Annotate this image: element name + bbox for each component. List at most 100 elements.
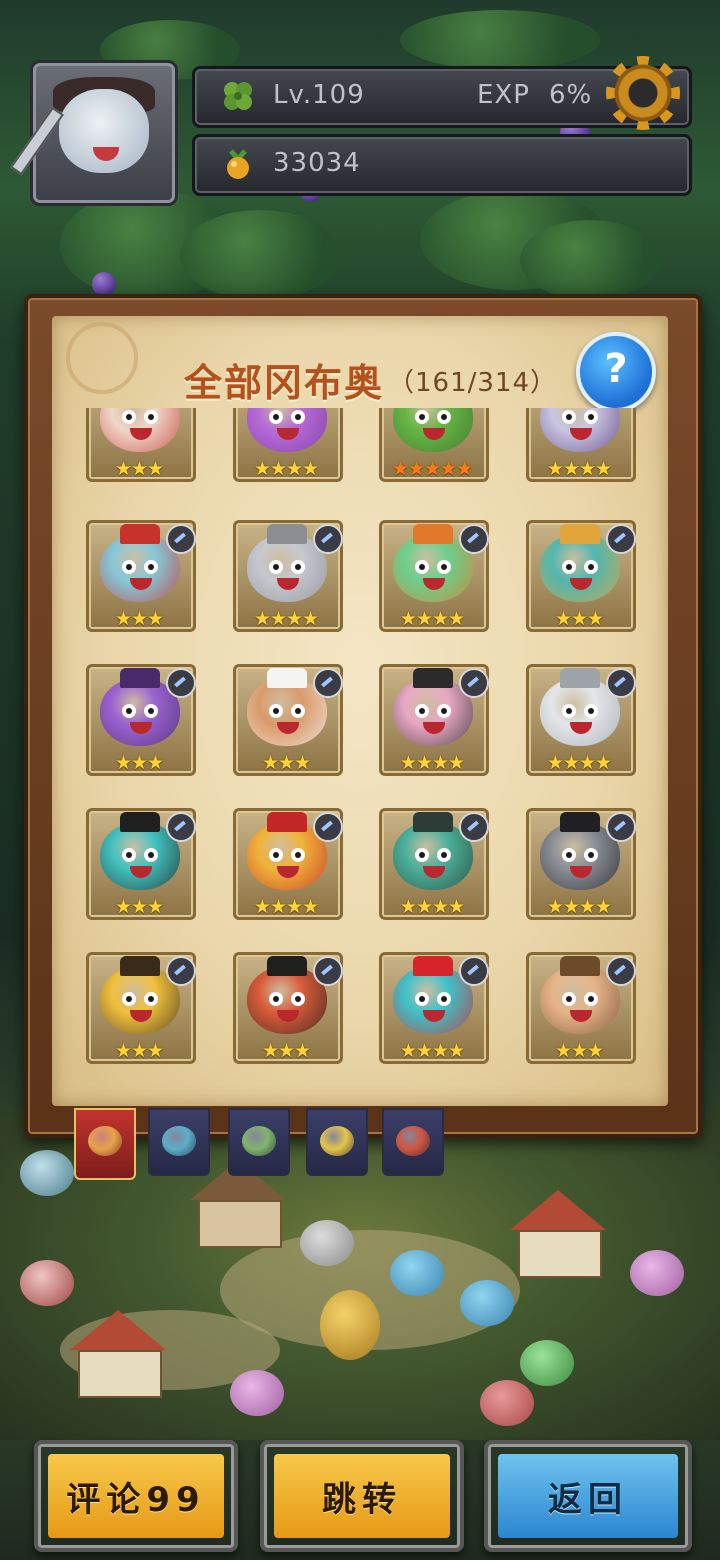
- character-card[interactable]: ★★★★: [379, 520, 489, 632]
- character-hat: [120, 524, 160, 544]
- help-button[interactable]: ?: [576, 332, 656, 412]
- star-rating: ★★★: [114, 1040, 164, 1062]
- character-eye: [144, 704, 158, 718]
- category-icon: [320, 1126, 354, 1156]
- character-eye: [291, 992, 305, 1006]
- star-rating: ★★★: [554, 1040, 604, 1062]
- star-rating: ★★★★: [546, 458, 612, 480]
- character-eye: [269, 560, 283, 574]
- character-card[interactable]: ★★★: [86, 664, 196, 776]
- character-card[interactable]: ★★★★: [526, 664, 636, 776]
- character-hat: [120, 956, 160, 976]
- star-rating: ★★★★: [399, 1040, 465, 1062]
- character-mouth: [423, 1010, 445, 1022]
- character-hat: [413, 956, 453, 976]
- class-badge-icon: [606, 956, 636, 986]
- currency-amount: 33034: [273, 148, 361, 178]
- character-hat: [560, 812, 600, 832]
- character-card[interactable]: ★★★: [233, 952, 343, 1064]
- character-mouth: [130, 1010, 152, 1022]
- collection-title: 全部冈布奥: [184, 361, 385, 405]
- star-rating: ★★★: [114, 608, 164, 630]
- star-rating: ★★★★: [253, 458, 319, 480]
- character-card[interactable]: ★★★★: [379, 808, 489, 920]
- character-mouth: [423, 428, 445, 440]
- character-card[interactable]: ★★★★: [233, 520, 343, 632]
- character-hat: [267, 524, 307, 544]
- comment-button-label: 评论99: [48, 1454, 224, 1538]
- character-card[interactable]: ★★★★: [526, 808, 636, 920]
- character-card[interactable]: ★★★: [86, 520, 196, 632]
- character-eye: [122, 410, 136, 424]
- ornament-decoration: [66, 322, 138, 394]
- gear-icon[interactable]: [606, 56, 680, 130]
- character-card[interactable]: ★★★★: [233, 808, 343, 920]
- back-button[interactable]: 返回: [484, 1440, 692, 1552]
- category-icon: [242, 1126, 276, 1156]
- character-mouth: [423, 578, 445, 590]
- tab-red[interactable]: [382, 1108, 444, 1176]
- class-badge-icon: [459, 524, 489, 554]
- character-eye: [144, 992, 158, 1006]
- character-card[interactable]: ★★★: [233, 664, 343, 776]
- character-eye: [415, 410, 429, 424]
- character-mouth: [277, 1010, 299, 1022]
- character-card[interactable]: ★★★★: [526, 408, 636, 482]
- house-decoration: [510, 1190, 606, 1278]
- class-badge-icon: [313, 956, 343, 986]
- comment-button[interactable]: 评论99: [34, 1440, 238, 1552]
- character-eye: [437, 704, 451, 718]
- character-eye: [269, 410, 283, 424]
- character-card[interactable]: ★★★: [86, 808, 196, 920]
- character-mouth: [570, 866, 592, 878]
- character-eye: [584, 410, 598, 424]
- character-card[interactable]: ★★★: [86, 408, 196, 482]
- house-decoration: [70, 1310, 166, 1398]
- character-card[interactable]: ★★★★: [379, 952, 489, 1064]
- exp-label: EXP: [477, 80, 530, 110]
- character-grid[interactable]: ★★★ ★★★★ ★★★★★ ★★★★ ★★★ ★★★★ ★★★★ ★★★ ★★★ ★★★ ★★★★…: [52, 408, 668, 1098]
- star-rating: ★★★★★: [391, 458, 473, 480]
- character-mouth: [570, 428, 592, 440]
- character-hat: [560, 668, 600, 688]
- character-card[interactable]: ★★★: [526, 520, 636, 632]
- class-badge-icon: [166, 956, 196, 986]
- character-eye: [415, 704, 429, 718]
- character-eye: [122, 704, 136, 718]
- character-card[interactable]: ★★★★: [379, 664, 489, 776]
- tab-green[interactable]: [228, 1108, 290, 1176]
- category-icon: [162, 1126, 196, 1156]
- character-eye: [122, 560, 136, 574]
- character-eye: [562, 992, 576, 1006]
- character-eye: [144, 848, 158, 862]
- character-mouth: [130, 428, 152, 440]
- class-badge-icon: [166, 812, 196, 842]
- star-rating: ★★★★: [399, 752, 465, 774]
- character-mouth: [570, 722, 592, 734]
- character-card[interactable]: ★★★: [86, 952, 196, 1064]
- star-rating: ★★★★: [399, 608, 465, 630]
- character-eye: [415, 560, 429, 574]
- jump-button[interactable]: 跳转: [260, 1440, 464, 1552]
- character-card[interactable]: ★★★: [526, 952, 636, 1064]
- star-rating: ★★★: [261, 1040, 311, 1062]
- tab-all[interactable]: [74, 1108, 136, 1180]
- star-rating: ★★★★: [546, 752, 612, 774]
- character-eye: [291, 560, 305, 574]
- tab-yellow[interactable]: [306, 1108, 368, 1176]
- player-level: Lv.109: [273, 80, 365, 110]
- character-mouth: [423, 866, 445, 878]
- tab-blue[interactable]: [148, 1108, 210, 1176]
- class-badge-icon: [459, 812, 489, 842]
- character-eye: [144, 410, 158, 424]
- star-rating: ★★★★: [399, 896, 465, 918]
- star-rating: ★★★★: [253, 896, 319, 918]
- star-rating: ★★★★: [253, 608, 319, 630]
- character-eye: [584, 704, 598, 718]
- character-eye: [437, 560, 451, 574]
- star-rating: ★★★: [261, 752, 311, 774]
- player-avatar[interactable]: [30, 60, 178, 206]
- character-card[interactable]: ★★★★★: [379, 408, 489, 482]
- class-badge-icon: [459, 668, 489, 698]
- character-card[interactable]: ★★★★: [233, 408, 343, 482]
